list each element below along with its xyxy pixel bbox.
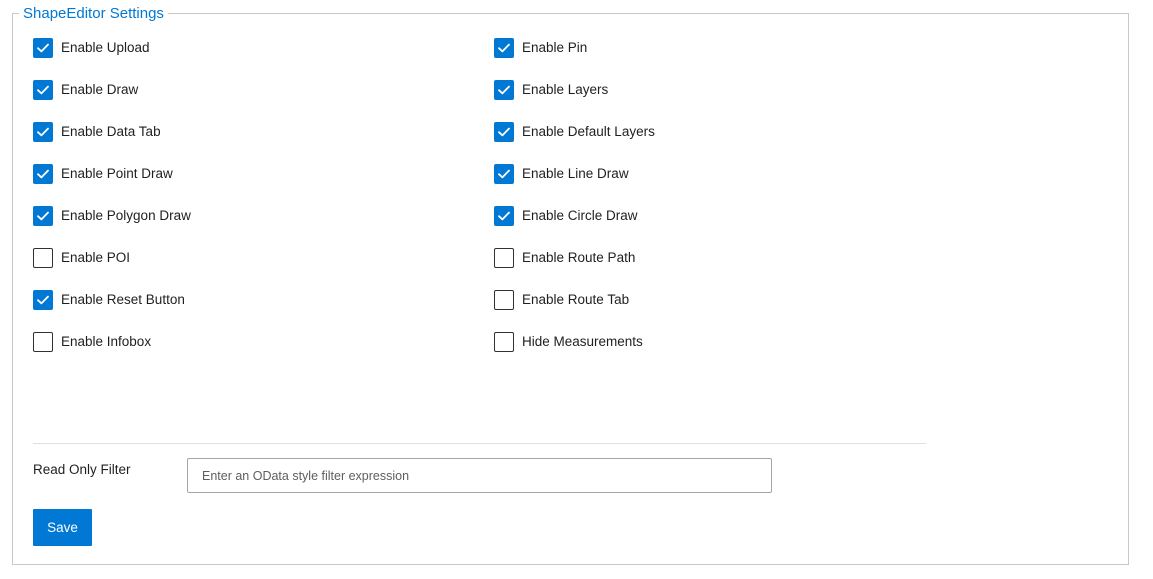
option-label: Enable Data Tab xyxy=(61,124,161,139)
option-label: Enable Draw xyxy=(61,82,139,97)
option-label: Enable Polygon Draw xyxy=(61,208,191,223)
checkmark-icon xyxy=(37,85,49,95)
option-enable-reset-button[interactable]: Enable Reset Button xyxy=(33,290,185,310)
option-label: Hide Measurements xyxy=(522,334,643,349)
option-enable-route-path[interactable]: Enable Route Path xyxy=(494,248,635,268)
option-label: Enable Upload xyxy=(61,40,150,55)
option-label: Enable Route Path xyxy=(522,250,636,265)
option-label: Enable POI xyxy=(61,250,131,265)
option-hide-measurements[interactable]: Hide Measurements xyxy=(494,332,643,352)
option-enable-point-draw[interactable]: Enable Point Draw xyxy=(33,164,173,184)
option-enable-data-tab[interactable]: Enable Data Tab xyxy=(33,122,161,142)
checkbox-enable-data-tab[interactable] xyxy=(33,122,53,142)
checkbox-enable-infobox[interactable] xyxy=(33,332,53,352)
option-enable-layers[interactable]: Enable Layers xyxy=(494,80,608,100)
checkmark-icon xyxy=(498,211,510,221)
option-label: Enable Layers xyxy=(522,82,609,97)
option-label: Enable Circle Draw xyxy=(522,208,638,223)
checkmark-icon xyxy=(498,169,510,179)
checkmark-icon xyxy=(498,85,510,95)
option-enable-draw[interactable]: Enable Draw xyxy=(33,80,138,100)
checkbox-enable-circle-draw[interactable] xyxy=(494,206,514,226)
checkbox-enable-upload[interactable] xyxy=(33,38,53,58)
option-label: Enable Infobox xyxy=(61,334,152,349)
save-button[interactable]: Save xyxy=(33,509,92,546)
option-label: Enable Point Draw xyxy=(61,166,173,181)
option-enable-polygon-draw[interactable]: Enable Polygon Draw xyxy=(33,206,191,226)
checkbox-enable-route-tab[interactable] xyxy=(494,290,514,310)
checkbox-enable-polygon-draw[interactable] xyxy=(33,206,53,226)
checkbox-enable-default-layers[interactable] xyxy=(494,122,514,142)
checkmark-icon xyxy=(37,43,49,53)
checkbox-enable-draw[interactable] xyxy=(33,80,53,100)
option-enable-default-layers[interactable]: Enable Default Layers xyxy=(494,122,655,142)
option-label: Enable Pin xyxy=(522,40,588,55)
checkbox-enable-route-path[interactable] xyxy=(494,248,514,268)
checkmark-icon xyxy=(37,211,49,221)
option-enable-pin[interactable]: Enable Pin xyxy=(494,38,587,58)
divider xyxy=(33,443,926,444)
option-enable-poi[interactable]: Enable POI xyxy=(33,248,130,268)
checkbox-enable-reset-button[interactable] xyxy=(33,290,53,310)
checkbox-enable-point-draw[interactable] xyxy=(33,164,53,184)
read-only-filter-input[interactable] xyxy=(187,458,772,493)
checkmark-icon xyxy=(37,127,49,137)
option-enable-upload[interactable]: Enable Upload xyxy=(33,38,150,58)
checkmark-icon xyxy=(498,43,510,53)
option-label: Enable Default Layers xyxy=(522,124,655,139)
option-label: Enable Reset Button xyxy=(61,292,185,307)
checkmark-icon xyxy=(498,127,510,137)
checkmark-icon xyxy=(37,295,49,305)
panel-title: ShapeEditor Settings xyxy=(19,4,168,24)
checkbox-enable-layers[interactable] xyxy=(494,80,514,100)
read-only-filter-label: Read Only Filter xyxy=(33,462,131,477)
option-enable-route-tab[interactable]: Enable Route Tab xyxy=(494,290,629,310)
checkbox-enable-pin[interactable] xyxy=(494,38,514,58)
checkbox-enable-poi[interactable] xyxy=(33,248,53,268)
option-enable-circle-draw[interactable]: Enable Circle Draw xyxy=(494,206,638,226)
checkbox-enable-line-draw[interactable] xyxy=(494,164,514,184)
option-enable-line-draw[interactable]: Enable Line Draw xyxy=(494,164,629,184)
option-label: Enable Route Tab xyxy=(522,292,630,307)
checkbox-hide-measurements[interactable] xyxy=(494,332,514,352)
option-label: Enable Line Draw xyxy=(522,166,629,181)
option-enable-infobox[interactable]: Enable Infobox xyxy=(33,332,151,352)
checkmark-icon xyxy=(37,169,49,179)
